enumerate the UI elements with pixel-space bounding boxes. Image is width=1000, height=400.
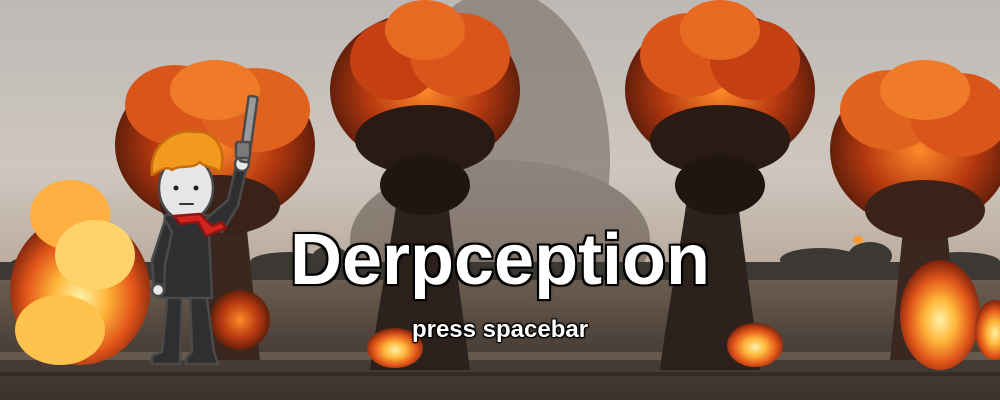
start-prompt: press spacebar [411, 316, 589, 343]
game-title: Derpception [288, 219, 711, 302]
game-screen[interactable]: Derpception press spacebar [0, 0, 1000, 400]
